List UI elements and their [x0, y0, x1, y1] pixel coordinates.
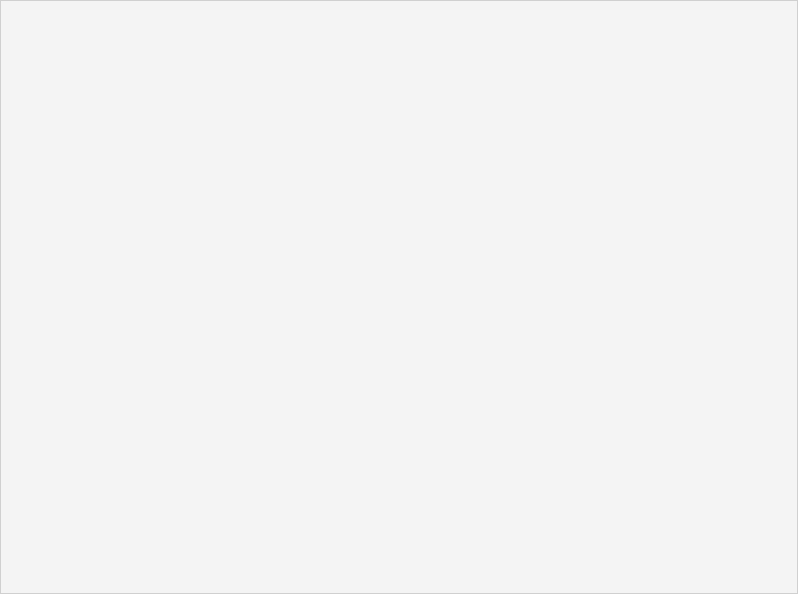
placeholder — [0, 0, 798, 594]
